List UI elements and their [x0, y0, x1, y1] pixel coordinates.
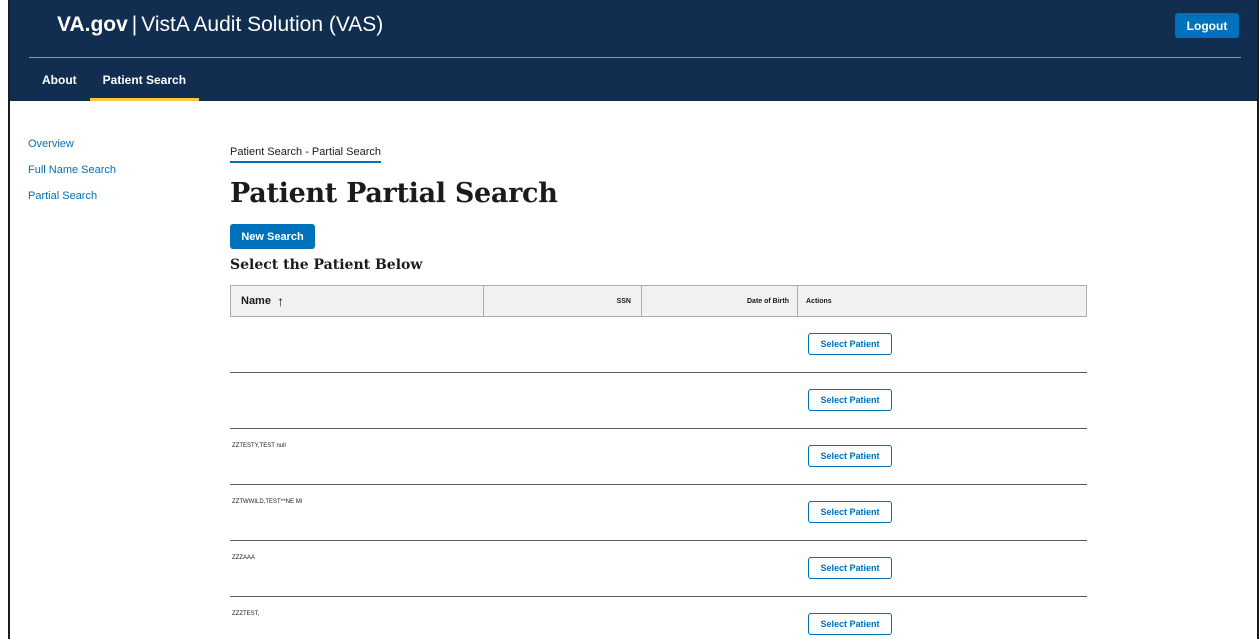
page-title: Patient Partial Search: [230, 178, 558, 209]
sidebar-item-full-name-search[interactable]: Full Name Search: [28, 164, 116, 176]
patient-name-cell: ZZZTEST,: [232, 611, 260, 617]
va-gov-logo[interactable]: VA.gov: [57, 13, 128, 36]
table-row: ZZTESTY,TEST null Select Patient: [230, 429, 1087, 485]
site-header: VA.gov | VistA Audit Solution (VAS) Logout…: [10, 0, 1257, 101]
nav-item-patient-search[interactable]: Patient Search: [89, 58, 200, 101]
table-row: Select Patient: [230, 373, 1087, 429]
select-patient-button[interactable]: Select Patient: [808, 613, 892, 635]
brand-title: VA.gov | VistA Audit Solution (VAS): [57, 13, 383, 37]
brand-separator: |: [131, 13, 138, 36]
app-name: VistA Audit Solution (VAS): [141, 13, 384, 36]
column-header-actions: Actions: [806, 297, 832, 305]
new-search-button[interactable]: New Search: [230, 224, 315, 249]
table-row: ZZTWWILD,TEST^*NE MI Select Patient: [230, 485, 1087, 541]
app-frame: VA.gov | VistA Audit Solution (VAS) Logout…: [8, 0, 1259, 639]
nav-item-about[interactable]: About: [29, 58, 90, 101]
arrow-up-icon[interactable]: ↑: [277, 293, 284, 309]
patient-table: Name ↑ SSN Date of Birth Actions Select …: [230, 285, 1087, 639]
column-header-name[interactable]: Name ↑: [231, 286, 484, 316]
logout-button[interactable]: Logout: [1175, 13, 1239, 38]
sidebar-nav: Overview Full Name Search Partial Search: [28, 138, 116, 216]
table-row: ZZZAAA Select Patient: [230, 541, 1087, 597]
table-header: Name ↑ SSN Date of Birth Actions: [230, 285, 1087, 317]
select-patient-button[interactable]: Select Patient: [808, 501, 892, 523]
table-row: ZZZTEST, Select Patient: [230, 597, 1087, 639]
patient-name-cell: ZZZAAA: [232, 555, 256, 561]
section-subtitle: Select the Patient Below: [230, 257, 423, 273]
header-divider: [29, 57, 1241, 58]
table-row: Select Patient: [230, 317, 1087, 373]
select-patient-button[interactable]: Select Patient: [808, 333, 892, 355]
column-header-dob[interactable]: Date of Birth: [642, 286, 798, 316]
main-content: Patient Search - Partial Search Patient …: [230, 142, 1090, 639]
select-patient-button[interactable]: Select Patient: [808, 445, 892, 467]
primary-nav: About Patient Search: [29, 58, 200, 101]
column-name-label: Name: [241, 295, 271, 307]
breadcrumb[interactable]: Patient Search - Partial Search: [230, 146, 382, 163]
column-header-ssn[interactable]: SSN: [484, 286, 642, 316]
patient-name-cell: ZZTESTY,TEST null: [232, 443, 286, 449]
select-patient-button[interactable]: Select Patient: [808, 389, 892, 411]
sidebar-item-overview[interactable]: Overview: [28, 138, 116, 150]
select-patient-button[interactable]: Select Patient: [808, 557, 892, 579]
patient-name-cell: ZZTWWILD,TEST^*NE MI: [232, 499, 303, 505]
sidebar-item-partial-search[interactable]: Partial Search: [28, 190, 116, 202]
